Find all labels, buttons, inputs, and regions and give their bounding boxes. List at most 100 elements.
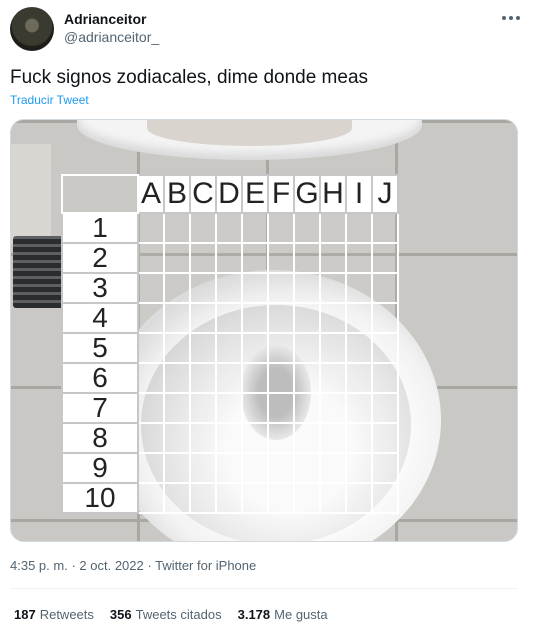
grid-cell [163, 362, 191, 394]
grid-row-label: 10 [61, 482, 139, 514]
grid-row-label: 9 [61, 452, 139, 484]
grid-cell [189, 422, 217, 454]
grid-cell [267, 302, 295, 334]
grid-cell [267, 482, 295, 514]
grid-cell [241, 272, 269, 304]
grid-cell [241, 452, 269, 484]
grid-cell [371, 482, 399, 514]
grid-cell [267, 242, 295, 274]
grid-cell [267, 392, 295, 424]
grid-column-label: D [215, 174, 243, 214]
grid-cell [189, 452, 217, 484]
meta-separator: · [71, 558, 76, 573]
grid-cell [345, 392, 373, 424]
divider [10, 588, 518, 589]
grid-row-label: 5 [61, 332, 139, 364]
grid-cell [189, 482, 217, 514]
grid-cell [241, 242, 269, 274]
grid-cell [371, 422, 399, 454]
grid-cell [215, 422, 243, 454]
grid-cell [241, 332, 269, 364]
grid-cell [293, 332, 321, 364]
grid-cell [293, 422, 321, 454]
grid-cell [189, 332, 217, 364]
grid-cell [267, 422, 295, 454]
grid-cell [137, 242, 165, 274]
retweets-stat[interactable]: 187 Retweets [14, 607, 94, 622]
grid-cell [293, 302, 321, 334]
grid-cell [163, 272, 191, 304]
grid-cell [345, 242, 373, 274]
grid-cell [267, 452, 295, 484]
grid-cell [241, 212, 269, 244]
grid-cell [241, 362, 269, 394]
grid-cell [215, 302, 243, 334]
tweet-time[interactable]: 4:35 p. m. [10, 558, 68, 573]
grid-column-label: F [267, 174, 295, 214]
grid-cell [267, 332, 295, 364]
grid-cell [137, 362, 165, 394]
grid-cell [319, 242, 347, 274]
grid-cell [163, 302, 191, 334]
grid-cell [371, 242, 399, 274]
grid-cell [267, 272, 295, 304]
avatar[interactable] [10, 7, 54, 51]
grid-cell [215, 392, 243, 424]
grid-column-label: B [163, 174, 191, 214]
grid-cell [189, 242, 217, 274]
grid-cell [345, 332, 373, 364]
grid-cell [137, 452, 165, 484]
grid-row-label: 7 [61, 392, 139, 424]
author-display-name[interactable]: Adrianceitor [64, 11, 146, 28]
grid-cell [163, 452, 191, 484]
quotes-stat[interactable]: 356 Tweets citados [110, 607, 222, 622]
grid-column-label: A [137, 174, 165, 214]
grid-cell [293, 212, 321, 244]
likes-stat[interactable]: 3.178 Me gusta [238, 607, 328, 622]
grid-cell [163, 482, 191, 514]
grid-cell [319, 452, 347, 484]
grid-cell [319, 362, 347, 394]
floor-drain [13, 236, 63, 308]
more-horizontal-icon[interactable] [498, 9, 524, 27]
grid-cell [189, 392, 217, 424]
tweet-source[interactable]: Twitter for iPhone [155, 558, 256, 573]
grid-cell [319, 302, 347, 334]
grid-cell [293, 392, 321, 424]
wall-section [11, 144, 51, 244]
author-handle[interactable]: @adrianceitor_ [64, 29, 159, 46]
grid-cell [267, 362, 295, 394]
grid-cell [137, 392, 165, 424]
grid-cell [345, 212, 373, 244]
grid-corner [61, 174, 139, 214]
tweet-text: Fuck signos zodiacales, dime donde meas [10, 67, 369, 88]
grid-column-label: I [345, 174, 373, 214]
coordinate-grid: A B C D E F G H I J 1 2 3 4 5 6 7 8 9 10 [61, 174, 399, 514]
grid-cell [137, 332, 165, 364]
grid-cell [345, 452, 373, 484]
grid-cell [345, 272, 373, 304]
grid-cell [241, 422, 269, 454]
grid-cell [215, 212, 243, 244]
grid-cell [345, 362, 373, 394]
grid-cell [371, 332, 399, 364]
grid-cell [293, 362, 321, 394]
grid-cell [137, 422, 165, 454]
grid-row-label: 2 [61, 242, 139, 274]
grid-cell [241, 302, 269, 334]
grid-cell [319, 482, 347, 514]
grid-row-label: 1 [61, 212, 139, 244]
translate-tweet-link[interactable]: Traducir Tweet [10, 93, 89, 107]
tweet-meta: 4:35 p. m. · 2 oct. 2022 · Twitter for i… [10, 558, 256, 573]
tweet-media-image[interactable]: A B C D E F G H I J 1 2 3 4 5 6 7 8 9 10 [10, 119, 518, 542]
grid-cell [371, 392, 399, 424]
grid-row-label: 8 [61, 422, 139, 454]
grid-cell [241, 482, 269, 514]
grid-cell [371, 212, 399, 244]
grid-cell [163, 392, 191, 424]
grid-cell [215, 452, 243, 484]
grid-cell [345, 302, 373, 334]
tweet-date[interactable]: 2 oct. 2022 [79, 558, 143, 573]
grid-column-label: J [371, 174, 399, 214]
grid-cell [319, 272, 347, 304]
